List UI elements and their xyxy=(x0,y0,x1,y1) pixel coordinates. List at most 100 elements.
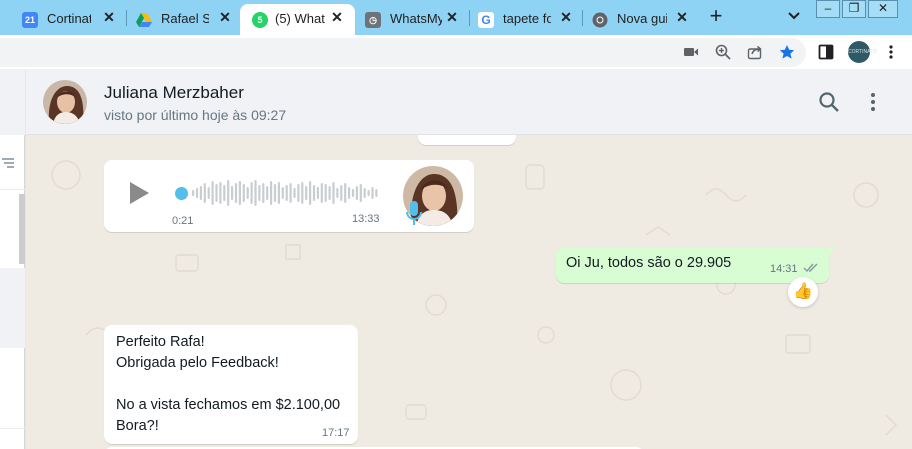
tab-nova-guia[interactable]: Nova gui ✕ xyxy=(570,4,696,35)
waveform-bar xyxy=(336,188,339,198)
reaction-thumbs-up[interactable]: 👍 xyxy=(788,277,818,307)
waveform-bar xyxy=(246,187,249,199)
message-area[interactable]: 0:21 13:33 Oi Ju, todos são o 29.905 14:… xyxy=(26,135,912,449)
more-vertical-icon[interactable] xyxy=(883,44,899,60)
waveform-bar xyxy=(320,183,323,203)
waveform-bar xyxy=(219,182,222,204)
chat-list-item-selected[interactable] xyxy=(0,268,25,348)
contact-status: visto por último hoje às 09:27 xyxy=(104,107,287,123)
previous-message-stub xyxy=(418,135,516,145)
waveform-bar xyxy=(227,180,230,206)
chat-list-header xyxy=(0,69,25,135)
message-time: 13:33 xyxy=(352,213,380,225)
chevron-down-icon[interactable] xyxy=(786,8,802,24)
double-check-icon xyxy=(803,263,818,273)
side-panel-icon[interactable] xyxy=(818,44,834,60)
microphone-icon xyxy=(406,201,422,225)
waveform-bar xyxy=(242,184,245,202)
audio-waveform[interactable] xyxy=(188,177,378,209)
minimize-button[interactable]: – xyxy=(816,0,840,18)
share-icon[interactable] xyxy=(747,44,763,60)
message-time: 17:17 xyxy=(322,427,350,439)
tab-title: Nova gui xyxy=(617,11,667,26)
waveform-bar xyxy=(277,182,280,204)
message-text-line: Perfeito Rafa! xyxy=(116,334,205,350)
message-text-line: Obrigada pelo Feedback! xyxy=(116,355,279,371)
waveform-bar xyxy=(371,187,374,199)
chat-header[interactable]: Juliana Merzbaher visto por último hoje … xyxy=(26,69,912,135)
chat-list-item[interactable] xyxy=(0,348,25,428)
new-tab-button[interactable]: + xyxy=(706,5,726,27)
tab-title: Cortinato xyxy=(47,11,91,26)
waveform-bar xyxy=(363,188,366,198)
tab-cortinato[interactable]: 21 Cortinato ✕ xyxy=(0,4,126,35)
waveform-bar xyxy=(348,187,351,199)
contact-avatar[interactable] xyxy=(43,80,87,124)
close-icon[interactable]: ✕ xyxy=(674,9,690,25)
voice-message[interactable]: 0:21 13:33 xyxy=(104,160,474,232)
waveform-bar xyxy=(351,189,355,197)
tab-title: (5) Whats xyxy=(275,11,325,26)
close-window-button[interactable]: ✕ xyxy=(868,0,898,18)
restore-button[interactable]: ❐ xyxy=(842,0,866,18)
waveform-bar xyxy=(266,186,269,200)
google-drive-icon xyxy=(136,12,152,28)
waveform-bar xyxy=(340,185,343,201)
browser-tabstrip: 21 Cortinato ✕ Rafael Sil ✕ 5 (5) Whats … xyxy=(0,0,912,35)
waveform-bar xyxy=(301,182,304,204)
tab-title: WhatsMy xyxy=(390,11,442,26)
chrome-icon xyxy=(592,12,608,28)
waveform-bar xyxy=(234,183,238,203)
tab-whatsmy[interactable]: ◷ WhatsMy ✕ xyxy=(343,4,469,35)
whatsapp-app: Juliana Merzbaher visto por último hoje … xyxy=(0,69,912,449)
voice-duration: 0:21 xyxy=(172,215,194,227)
waveform-bar xyxy=(285,185,288,201)
google-icon: G xyxy=(478,12,494,28)
profile-avatar[interactable]: CORTINATO xyxy=(848,41,877,63)
play-icon[interactable] xyxy=(128,181,150,205)
waveform-bar xyxy=(332,182,335,204)
search-icon[interactable] xyxy=(818,91,840,113)
whatsapp-icon: 5 xyxy=(252,12,268,28)
outgoing-message[interactable]: Oi Ju, todos são o 29.905 14:31 xyxy=(556,248,829,283)
waveform-bar xyxy=(344,183,347,203)
zoom-icon[interactable] xyxy=(715,44,731,60)
waveform-bar xyxy=(199,186,202,200)
waveform-bar xyxy=(312,185,316,201)
chat-list-panel xyxy=(0,69,25,449)
tab-tapete[interactable]: G tapete fo ✕ xyxy=(456,4,582,35)
waveform-bar xyxy=(355,186,358,200)
filter-icon[interactable] xyxy=(2,157,14,169)
waveform-bar xyxy=(258,185,261,201)
waveform-bar xyxy=(316,187,319,199)
waveform-bar xyxy=(367,190,370,196)
waveform-bar xyxy=(297,184,300,202)
waveform-bar xyxy=(309,181,312,205)
divider xyxy=(0,428,25,429)
message-text: Oi Ju, todos são o 29.905 xyxy=(566,255,732,271)
video-camera-icon[interactable] xyxy=(683,44,699,60)
tab-whatsapp[interactable]: 5 (5) Whats ✕ xyxy=(240,4,355,35)
bubble-tail xyxy=(827,248,835,258)
waveform-bar xyxy=(359,184,362,202)
tab-title: Rafael Sil xyxy=(161,11,209,26)
message-text-line: No a vista fechamos em $2.100,00 xyxy=(116,397,341,413)
scrollbar-thumb[interactable] xyxy=(19,194,25,264)
waveform-bar xyxy=(289,183,292,203)
waveform-bar xyxy=(223,185,226,201)
bookmark-star-icon[interactable] xyxy=(779,44,795,60)
contact-name: Juliana Merzbaher xyxy=(104,83,244,102)
whatsmy-icon: ◷ xyxy=(365,12,381,28)
waveform-bar xyxy=(324,184,327,202)
waveform-bar xyxy=(192,190,195,196)
incoming-message[interactable]: Perfeito Rafa! Obrigada pelo Feedback! N… xyxy=(104,325,358,444)
tab-title: tapete fo xyxy=(503,11,551,26)
waveform-bar xyxy=(215,184,218,202)
close-icon[interactable]: ✕ xyxy=(217,9,233,25)
calendar-icon: 21 xyxy=(22,12,38,28)
tab-rafael[interactable]: Rafael Sil ✕ xyxy=(114,4,240,35)
playback-slider-handle[interactable] xyxy=(175,187,188,200)
waveform-bar xyxy=(270,181,273,205)
menu-icon[interactable] xyxy=(862,91,884,113)
waveform-bar xyxy=(293,188,296,198)
